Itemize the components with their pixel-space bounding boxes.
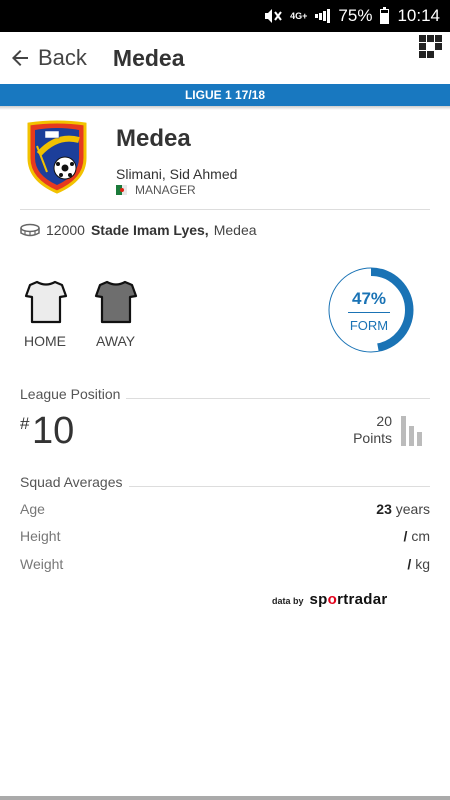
- grid-menu-icon[interactable]: [418, 34, 444, 60]
- divider: [20, 209, 430, 210]
- weight-label: Weight: [20, 556, 64, 572]
- bottom-edge: [0, 796, 450, 800]
- banner-shadow: [0, 106, 450, 110]
- weight-number: /: [407, 556, 412, 572]
- points-value: 20: [376, 413, 392, 429]
- manager-role: MANAGER: [116, 183, 196, 197]
- weight-value: / kg: [407, 556, 430, 572]
- data-credit[interactable]: data by sportradar: [272, 591, 388, 608]
- battery-icon: [380, 6, 390, 24]
- form-ring: [328, 267, 414, 353]
- back-button[interactable]: Back: [0, 32, 87, 84]
- home-kit-label: HOME: [24, 333, 66, 349]
- toolbar: Back Medea: [0, 32, 450, 84]
- age-label: Age: [20, 501, 45, 517]
- height-unit: cm: [411, 528, 430, 544]
- stadium-icon: [20, 223, 40, 237]
- credit-prefix: data by: [272, 596, 304, 606]
- stadium-name: Stade Imam Lyes,: [90, 222, 209, 238]
- away-kit-icon: [94, 280, 138, 324]
- form-percentage: 47%: [351, 289, 387, 308]
- age-value: 23 years: [376, 501, 430, 517]
- manager-role-label: MANAGER: [135, 183, 196, 197]
- back-label: Back: [38, 45, 87, 70]
- league-banner[interactable]: LIGUE 1 17/18: [0, 84, 450, 106]
- points-label: Points: [353, 430, 392, 446]
- arrow-back-icon: [12, 50, 28, 66]
- height-number: /: [403, 528, 408, 544]
- manager-name[interactable]: Slimani, Sid Ahmed: [116, 166, 237, 182]
- squad-averages-title: Squad Averages: [20, 474, 129, 490]
- away-kit-label: AWAY: [96, 333, 136, 349]
- sportradar-logo: sportradar: [309, 591, 388, 608]
- clock: 10:14: [397, 6, 440, 25]
- league-position-title: League Position: [20, 386, 127, 402]
- position-hash: #: [20, 414, 30, 433]
- status-bar: 4G+ 75% 10:14: [0, 0, 450, 32]
- form-label: FORM: [349, 318, 389, 333]
- age-unit: years: [395, 501, 430, 517]
- stadium-capacity: 12000: [46, 222, 85, 238]
- age-number: 23: [376, 501, 392, 517]
- league-position-value: 10: [32, 410, 75, 452]
- weight-unit: kg: [415, 556, 430, 572]
- page-title: Medea: [112, 44, 185, 71]
- battery-percent: 75%: [338, 6, 373, 25]
- team-name: Medea: [116, 125, 191, 152]
- height-value: / cm: [404, 528, 430, 544]
- form-divider: [348, 312, 390, 313]
- home-kit-icon: [24, 280, 68, 324]
- team-crest: [27, 120, 87, 194]
- algeria-flag-icon: [116, 185, 127, 195]
- bar-chart-icon[interactable]: [400, 414, 424, 446]
- stadium-city: Medea: [213, 222, 257, 238]
- network-indicator: 4G+: [290, 10, 308, 21]
- mute-icon: [264, 8, 282, 24]
- height-label: Height: [20, 528, 61, 544]
- signal-icon: [315, 9, 331, 23]
- stadium-info: 12000 Stade Imam Lyes, Medea: [20, 222, 257, 238]
